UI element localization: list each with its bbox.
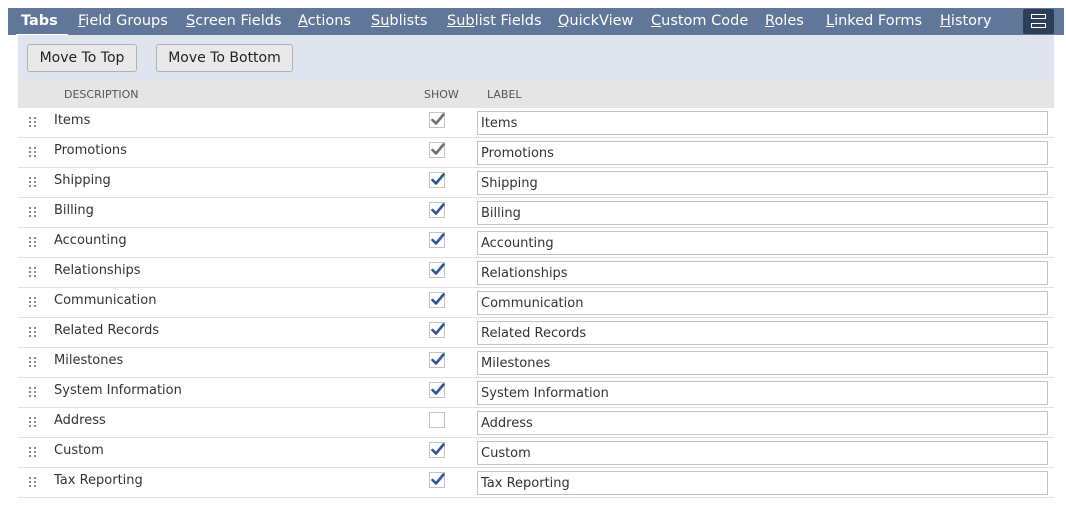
checkmark-icon [431,143,445,155]
label-input[interactable]: Milestones [477,351,1048,375]
table-row: Promotions Promotions [18,138,1054,168]
label-input[interactable]: Promotions [477,141,1048,165]
checkmark-icon [431,233,445,245]
label-input[interactable]: Shipping [477,171,1048,195]
row-description: Relationships [54,263,141,278]
row-description: Billing [54,203,94,218]
tab-tabs[interactable]: Tabs [21,13,58,29]
drag-handle-icon[interactable] [29,206,37,219]
drag-handle-icon[interactable] [29,296,37,309]
tab-actions[interactable]: Actions [298,13,351,29]
checkmark-icon [431,173,445,185]
checkmark-icon [431,203,445,215]
row-description: Communication [54,293,157,308]
table-row: Related Records Related Records [18,318,1054,348]
table-row: Relationships Relationships [18,258,1054,288]
row-description: Related Records [54,323,160,338]
show-checkbox[interactable] [429,322,445,338]
checkmark-icon [431,113,445,125]
show-checkbox[interactable] [429,412,445,428]
column-header-description: DESCRIPTION [64,88,139,101]
label-input[interactable]: Relationships [477,261,1048,285]
label-input[interactable]: Related Records [477,321,1048,345]
row-description: Tax Reporting [54,473,143,488]
tab-field-groups[interactable]: Field Groups [78,13,168,29]
tab-quickview[interactable]: QuickView [558,13,633,29]
show-checkbox[interactable] [429,232,445,248]
checkmark-icon [431,263,445,275]
table-row: Custom Custom [18,438,1054,468]
checkmark-icon [431,353,445,365]
tab-sublist-fields[interactable]: Sublist Fields [447,13,542,29]
drag-handle-icon[interactable] [29,386,37,399]
checkmark-icon [431,293,445,305]
show-checkbox[interactable] [429,292,445,308]
drag-handle-icon[interactable] [29,326,37,339]
drag-handle-icon[interactable] [29,356,37,369]
move-to-bottom-button[interactable]: Move To Bottom [156,44,293,72]
label-input[interactable]: Tax Reporting [477,471,1048,495]
tab-sublists[interactable]: Sublists [371,13,427,29]
label-input[interactable]: Billing [477,201,1048,225]
hamburger-icon[interactable] [1023,9,1054,34]
drag-handle-icon[interactable] [29,476,37,489]
show-checkbox[interactable] [429,202,445,218]
row-description: Accounting [54,233,127,248]
button-toolbar: Move To Top Move To Bottom [18,35,1054,81]
table-row: Accounting Accounting [18,228,1054,258]
show-checkbox[interactable] [429,382,445,398]
table-row: Communication Communication [18,288,1054,318]
label-input[interactable]: Items [477,111,1048,135]
label-input[interactable]: Communication [477,291,1048,315]
row-description: System Information [54,383,182,398]
tab-roles[interactable]: Roles [765,13,804,29]
row-description: Shipping [54,173,111,188]
label-input[interactable]: Custom [477,441,1048,465]
tab-linked-forms[interactable]: Linked Forms [826,13,922,29]
column-header-label: LABEL [487,88,522,101]
drag-handle-icon[interactable] [29,236,37,249]
table-row: Billing Billing [18,198,1054,228]
row-description: Address [54,413,106,428]
checkmark-icon [431,323,445,335]
show-checkbox[interactable] [429,442,445,458]
checkmark-icon [431,443,445,455]
drag-handle-icon[interactable] [29,146,37,159]
show-checkbox [429,112,445,128]
table-row: Shipping Shipping [18,168,1054,198]
table-row: Tax Reporting Tax Reporting [18,468,1054,498]
label-input[interactable]: Address [477,411,1048,435]
show-checkbox[interactable] [429,262,445,278]
table-header: DESCRIPTION SHOW LABEL [18,81,1054,108]
row-description: Milestones [54,353,124,368]
row-description: Items [54,113,91,128]
checkmark-icon [431,473,445,485]
drag-handle-icon[interactable] [29,446,37,459]
table-row: Milestones Milestones [18,348,1054,378]
drag-handle-icon[interactable] [29,266,37,279]
drag-handle-icon[interactable] [29,116,37,129]
tab-screen-fields[interactable]: Screen Fields [186,13,282,29]
label-input[interactable]: System Information [477,381,1048,405]
tab-custom-code[interactable]: Custom Code [651,13,748,29]
table-row: Address Address [18,408,1054,438]
checkmark-icon [431,383,445,395]
label-input[interactable]: Accounting [477,231,1048,255]
show-checkbox[interactable] [429,352,445,368]
drag-handle-icon[interactable] [29,176,37,189]
show-checkbox [429,142,445,158]
show-checkbox[interactable] [429,172,445,188]
column-header-show: SHOW [424,88,459,101]
row-description: Custom [54,443,104,458]
drag-handle-icon[interactable] [29,416,37,429]
table-row: System Information System Information [18,378,1054,408]
show-checkbox[interactable] [429,472,445,488]
subtab-bar: Tabs Field Groups Screen Fields Actions … [8,8,1064,36]
move-to-top-button[interactable]: Move To Top [27,44,137,72]
row-description: Promotions [54,143,127,158]
table-row: Items Items [18,108,1054,138]
tab-history[interactable]: History [940,13,992,29]
